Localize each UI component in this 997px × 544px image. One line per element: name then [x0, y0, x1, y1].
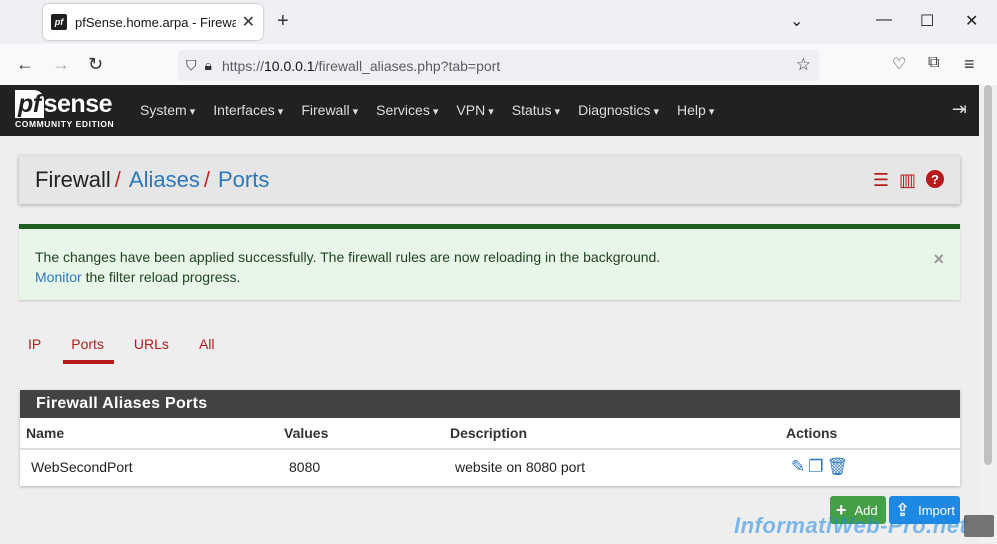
aliases-panel: Firewall Aliases Ports Name Values Descr… — [20, 390, 960, 486]
url-text: https://10.0.0.1/firewall_aliases.php?ta… — [221, 57, 501, 74]
tab-close-icon[interactable]: ✕ — [242, 12, 255, 32]
app-menu-icon[interactable]: ≡ — [964, 54, 975, 75]
bookmark-star-icon[interactable]: ☆ — [796, 55, 811, 75]
back-arrow-icon[interactable]: ← — [16, 54, 34, 75]
edit-pencil-icon[interactable]: ✎ — [791, 457, 805, 477]
tab-title: pfSense.home.arpa - Firewall: A — [75, 14, 236, 30]
table-row[interactable]: WebSecondPort 8080 website on 8080 port … — [20, 450, 960, 484]
window-close-icon[interactable]: ✕ — [965, 11, 978, 31]
alias-tabs: IP Ports URLs All — [20, 332, 237, 364]
col-actions: Actions — [786, 425, 838, 441]
minimize-icon[interactable]: — — [876, 11, 892, 29]
alias-description: website on 8080 port — [455, 459, 585, 475]
reload-icon[interactable]: ↻ — [88, 54, 103, 75]
copy-icon[interactable]: ❐ — [808, 457, 823, 477]
breadcrumb-firewall: Firewall — [35, 167, 111, 192]
breadcrumb-aliases[interactable]: Aliases — [129, 167, 200, 193]
menu-diagnostics[interactable]: Diagnostics — [578, 102, 659, 118]
alias-name: WebSecondPort — [31, 459, 133, 475]
watermark: InformatiWeb-Pro.net — [734, 513, 968, 538]
lock-icon[interactable]: 🔒︎ — [205, 57, 212, 74]
watermark-laptop-icon — [964, 515, 994, 537]
table-header: Name Values Description Actions — [20, 418, 960, 450]
pfsense-header: pfsense COMMUNITY EDITION System Interfa… — [0, 85, 979, 136]
browser-tab[interactable]: pf pfSense.home.arpa - Firewall: A ✕ — [43, 4, 263, 40]
menu-interfaces[interactable]: Interfaces — [213, 102, 283, 118]
extensions-icon[interactable]: ⧉ — [928, 54, 939, 72]
menu-status[interactable]: Status — [512, 102, 560, 118]
main-menu: System Interfaces Firewall Services VPN … — [140, 102, 732, 118]
tab-urls[interactable]: URLs — [134, 332, 169, 364]
menu-vpn[interactable]: VPN — [456, 102, 493, 118]
sliders-icon[interactable]: ☰ — [873, 170, 889, 191]
maximize-icon[interactable]: ☐ — [920, 11, 934, 31]
help-icon[interactable]: ? — [926, 170, 944, 188]
address-bar[interactable]: ⛉ 🔒︎ https://10.0.0.1/firewall_aliases.p… — [178, 50, 819, 81]
monitor-link[interactable]: Monitor — [35, 269, 82, 285]
pfsense-logo[interactable]: pf sense COMMUNITY EDITION — [15, 90, 114, 129]
forward-arrow-icon[interactable]: → — [52, 54, 70, 75]
close-icon[interactable]: × — [933, 249, 944, 269]
col-values[interactable]: Values — [284, 425, 328, 441]
alias-values: 8080 — [289, 459, 321, 475]
col-name[interactable]: Name — [26, 425, 64, 441]
menu-system[interactable]: System — [140, 102, 195, 118]
edition-label: COMMUNITY EDITION — [15, 119, 115, 129]
browser-navbar: ← → ↻ ⛉ 🔒︎ https://10.0.0.1/firewall_ali… — [0, 44, 997, 86]
menu-services[interactable]: Services — [376, 102, 438, 118]
tab-all[interactable]: All — [199, 332, 215, 364]
page-content: Firewall / Aliases / Ports ☰ ▥ ? The cha… — [0, 136, 979, 544]
bar-chart-icon[interactable]: ▥ — [899, 170, 916, 191]
tab-ports[interactable]: Ports — [63, 332, 114, 364]
pocket-icon[interactable]: ♡ — [892, 54, 906, 74]
page-scrollbar[interactable] — [979, 85, 997, 544]
panel-title: Firewall Aliases Ports — [20, 390, 960, 418]
menu-firewall[interactable]: Firewall — [301, 102, 358, 118]
breadcrumb-ports[interactable]: Ports — [218, 167, 269, 193]
trash-icon[interactable]: 🗑︎ — [827, 457, 849, 477]
new-tab-icon[interactable]: + — [277, 10, 289, 33]
alert-message: The changes have been applied successful… — [35, 249, 661, 265]
col-description[interactable]: Description — [450, 425, 527, 441]
logout-icon[interactable]: ⇥ — [952, 99, 967, 120]
tab-ip[interactable]: IP — [28, 332, 41, 364]
menu-help[interactable]: Help — [677, 102, 714, 118]
browser-tabbar: pf pfSense.home.arpa - Firewall: A ✕ + ⌄… — [0, 0, 997, 44]
success-alert: The changes have been applied successful… — [19, 224, 960, 300]
shield-icon[interactable]: ⛉ — [186, 57, 197, 74]
tab-list-chevron-icon[interactable]: ⌄ — [790, 11, 803, 31]
pfsense-favicon-icon: pf — [51, 14, 67, 30]
breadcrumb: Firewall / Aliases / Ports ☰ ▥ ? — [19, 156, 960, 204]
